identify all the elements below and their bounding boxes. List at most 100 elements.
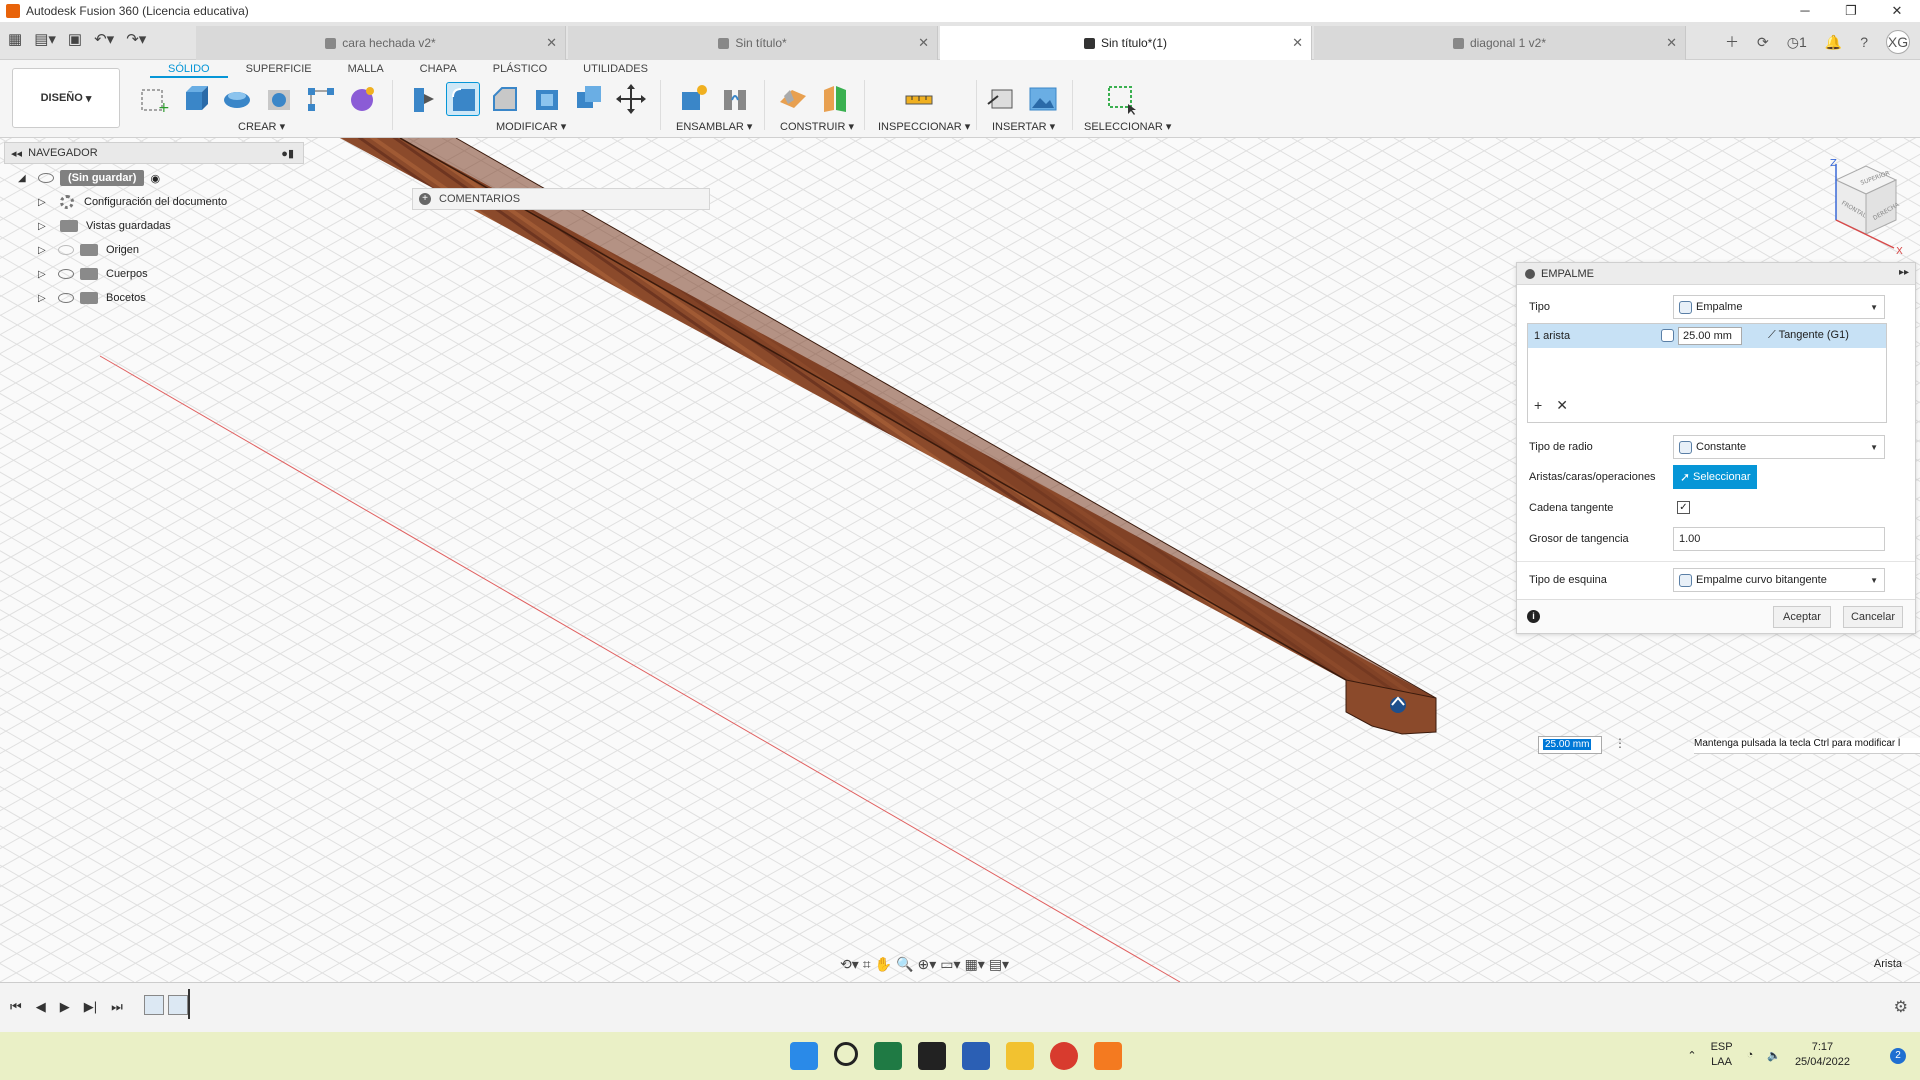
group-insert[interactable]: INSERTAR ▾ — [992, 120, 1055, 133]
language-indicator[interactable]: ESP LAA — [1711, 1040, 1733, 1070]
select-edges-button[interactable]: ➚ Seleccionar — [1673, 465, 1757, 489]
insert-derive-icon[interactable] — [984, 82, 1018, 116]
play-icon[interactable]: ▶ — [60, 999, 70, 1015]
group-select[interactable]: SELECCIONAR ▾ — [1084, 120, 1171, 133]
activate-radio-icon[interactable]: ◉ — [150, 172, 160, 185]
group-create[interactable]: CREAR ▾ — [238, 120, 285, 133]
nav-item-bodies[interactable]: ▷ Cuerpos — [4, 262, 304, 286]
display-settings-icon[interactable]: ▭▾ — [940, 956, 960, 973]
redo-icon[interactable]: ↷▾ — [126, 30, 146, 48]
edge-selection-row[interactable]: 1 arista 25.00 mm ⟋ Tangente (G1) — [1528, 324, 1886, 348]
group-modify[interactable]: MODIFICAR ▾ — [496, 120, 566, 133]
expand-arrow-icon[interactable]: ▷ — [38, 293, 52, 304]
measure-icon[interactable] — [902, 82, 936, 116]
group-construct[interactable]: CONSTRUIR ▾ — [780, 120, 854, 133]
nav-item-origin[interactable]: ▷ Origen — [4, 238, 304, 262]
go-to-end-icon[interactable]: ⏭ — [111, 999, 123, 1015]
fit-icon[interactable]: ⊕▾ — [918, 956, 937, 973]
volume-icon[interactable]: 🔈 — [1767, 1049, 1781, 1062]
tab-sheet-metal[interactable]: CHAPA — [402, 60, 475, 78]
tangent-chain-checkbox[interactable]: ✓ — [1677, 501, 1690, 514]
tipo-dropdown[interactable]: Empalme ▼ — [1673, 295, 1885, 319]
radius-dimension-input[interactable]: 25.00 mm — [1538, 736, 1602, 754]
pattern-icon[interactable] — [304, 82, 338, 116]
notifications-icon[interactable]: 🔔 — [1825, 34, 1842, 51]
hole-icon[interactable] — [262, 82, 296, 116]
tangency-weight-input[interactable]: 1.00 — [1673, 527, 1885, 551]
nav-root[interactable]: ◢ (Sin guardar) ◉ — [4, 166, 304, 190]
move-copy-icon[interactable] — [614, 82, 648, 116]
select-window-icon[interactable] — [1104, 82, 1138, 116]
collapse-arrow-icon[interactable]: ◢ — [18, 173, 32, 184]
nav-item-doc-settings[interactable]: ▷ Configuración del documento — [4, 190, 304, 214]
notification-badge[interactable]: 2 — [1890, 1048, 1906, 1064]
tab-solid[interactable]: SÓLIDO — [150, 60, 228, 78]
ok-button[interactable]: Aceptar — [1773, 606, 1831, 628]
offset-plane-icon[interactable] — [776, 82, 810, 116]
nav-item-sketches[interactable]: ▷ Bocetos — [4, 286, 304, 310]
sketch-feature-icon[interactable] — [144, 995, 164, 1015]
cancel-button[interactable]: Cancelar — [1843, 606, 1903, 628]
create-form-icon[interactable] — [346, 82, 380, 116]
expand-dialog-icon[interactable]: ▸▸ — [1899, 267, 1909, 278]
radius-input[interactable]: 25.00 mm — [1678, 327, 1742, 345]
timeline-settings-gear-icon[interactable]: ⚙ — [1894, 997, 1908, 1017]
viewports-icon[interactable]: ▤▾ — [989, 956, 1009, 973]
grid-settings-icon[interactable]: ▦▾ — [965, 956, 985, 973]
zoom-icon[interactable]: 🔍 — [896, 956, 913, 973]
fillet-manipulator-icon[interactable] — [1390, 696, 1406, 713]
visibility-eye-icon[interactable] — [38, 173, 54, 183]
tab-plastic[interactable]: PLÁSTICO — [475, 60, 565, 78]
minimize-icon[interactable]: ─ — [1782, 0, 1828, 22]
expand-arrow-icon[interactable]: ▷ — [38, 221, 52, 232]
extensions-icon[interactable]: ⟳ — [1757, 34, 1769, 51]
fillet-icon[interactable] — [446, 82, 480, 116]
tab-utilities[interactable]: UTILIDADES — [565, 60, 666, 78]
revolve-icon[interactable] — [220, 82, 254, 116]
visibility-eye-icon[interactable] — [58, 269, 74, 279]
comments-panel[interactable]: + COMENTARIOS — [412, 188, 710, 210]
combine-icon[interactable] — [572, 82, 606, 116]
expand-arrow-icon[interactable]: ▷ — [38, 245, 52, 256]
chrome-icon[interactable] — [1050, 1042, 1078, 1070]
axis-icon[interactable] — [818, 82, 852, 116]
file-menu-icon[interactable]: ▤▾ — [34, 30, 56, 48]
step-forward-icon[interactable]: ▶| — [84, 999, 97, 1015]
tab-doc-1[interactable]: cara hechada v2* ✕ — [196, 26, 566, 60]
search-icon[interactable] — [834, 1042, 858, 1066]
visibility-eye-icon[interactable] — [58, 293, 74, 303]
new-tab-icon[interactable]: ＋ — [1725, 32, 1739, 52]
workspace-switcher[interactable]: DISEÑO ▾ — [12, 68, 120, 128]
excel-icon[interactable] — [874, 1042, 902, 1070]
create-sketch-icon[interactable]: + — [136, 82, 170, 116]
avatar[interactable]: XG — [1886, 30, 1910, 54]
view-cube[interactable]: SUPERIOR FRONTAL DERECHA Z X — [1810, 158, 1910, 258]
shell-icon[interactable] — [530, 82, 564, 116]
joint-icon[interactable] — [718, 82, 752, 116]
new-component-icon[interactable] — [676, 82, 710, 116]
add-icon[interactable]: + — [1534, 397, 1542, 414]
word-icon[interactable] — [962, 1042, 990, 1070]
close-icon[interactable]: ✕ — [1874, 0, 1920, 22]
tab-mesh[interactable]: MALLA — [330, 60, 402, 78]
extrude-feature-icon[interactable] — [168, 995, 188, 1015]
extrude-icon[interactable] — [178, 82, 212, 116]
help-icon[interactable]: ? — [1860, 34, 1868, 50]
collapse-icon[interactable]: ◂◂ — [11, 147, 28, 160]
remove-icon[interactable]: ✕ — [1556, 397, 1568, 414]
nav-item-saved-views[interactable]: ▷ Vistas guardadas — [4, 214, 304, 238]
hidden-eye-icon[interactable] — [58, 245, 74, 255]
step-back-icon[interactable]: ◀ — [36, 999, 46, 1015]
chevron-up-icon[interactable]: ⌃ — [1687, 1049, 1696, 1062]
close-tab-icon[interactable]: ✕ — [546, 35, 557, 51]
pin-icon[interactable]: ●▮ — [281, 147, 294, 160]
timeline-marker[interactable] — [188, 989, 190, 1019]
go-to-start-icon[interactable]: ⏮ — [10, 999, 22, 1015]
sticky-notes-icon[interactable] — [918, 1042, 946, 1070]
press-pull-icon[interactable] — [404, 82, 438, 116]
tab-doc-4[interactable]: diagonal 1 v2* ✕ — [1314, 26, 1686, 60]
tab-doc-2[interactable]: Sin título* ✕ — [568, 26, 938, 60]
job-status-icon[interactable]: ◷1 — [1787, 34, 1807, 51]
clock[interactable]: 7:17 25/04/2022 — [1795, 1040, 1850, 1070]
orbit-icon[interactable]: ⟲▾ — [840, 956, 859, 973]
